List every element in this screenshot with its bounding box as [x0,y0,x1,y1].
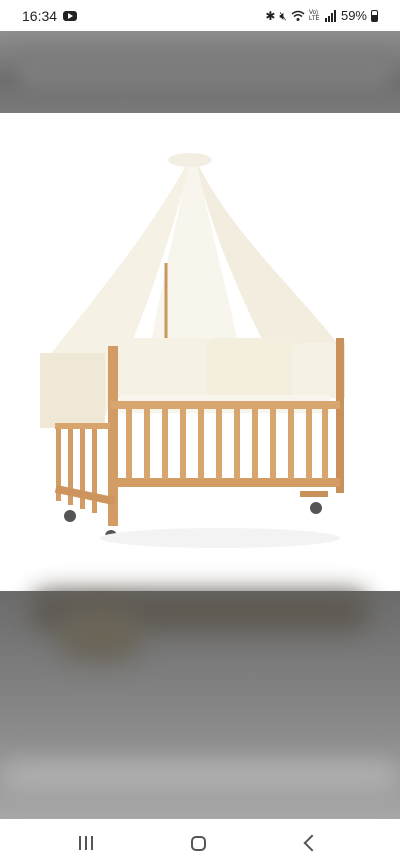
wifi-icon [291,10,305,21]
youtube-icon [63,11,77,21]
status-bar: 16:34 ✱ 🔇︎ Vo) LTE 59% [0,0,400,31]
recent-apps-icon [79,836,93,850]
signal-icon [324,9,336,22]
status-time: 16:34 [22,8,58,24]
status-icons: ✱ 🔇︎ Vo) LTE 59% [265,8,378,23]
blurred-previous-image [0,31,400,113]
volte-icon: Vo) LTE [308,9,320,22]
blurred-next-image [0,591,400,819]
navigation-bar [0,819,400,867]
back-button[interactable] [290,831,330,855]
home-button[interactable] [178,831,218,855]
bluetooth-icon: ✱ [265,8,276,23]
product-image[interactable] [0,113,400,591]
recent-apps-button[interactable] [66,831,106,855]
back-icon [303,834,321,852]
mute-icon: 🔇︎ [279,8,287,23]
battery-icon [371,9,378,22]
battery-percent: 59% [340,8,367,23]
home-icon [190,835,206,851]
crib-illustration [40,153,345,548]
